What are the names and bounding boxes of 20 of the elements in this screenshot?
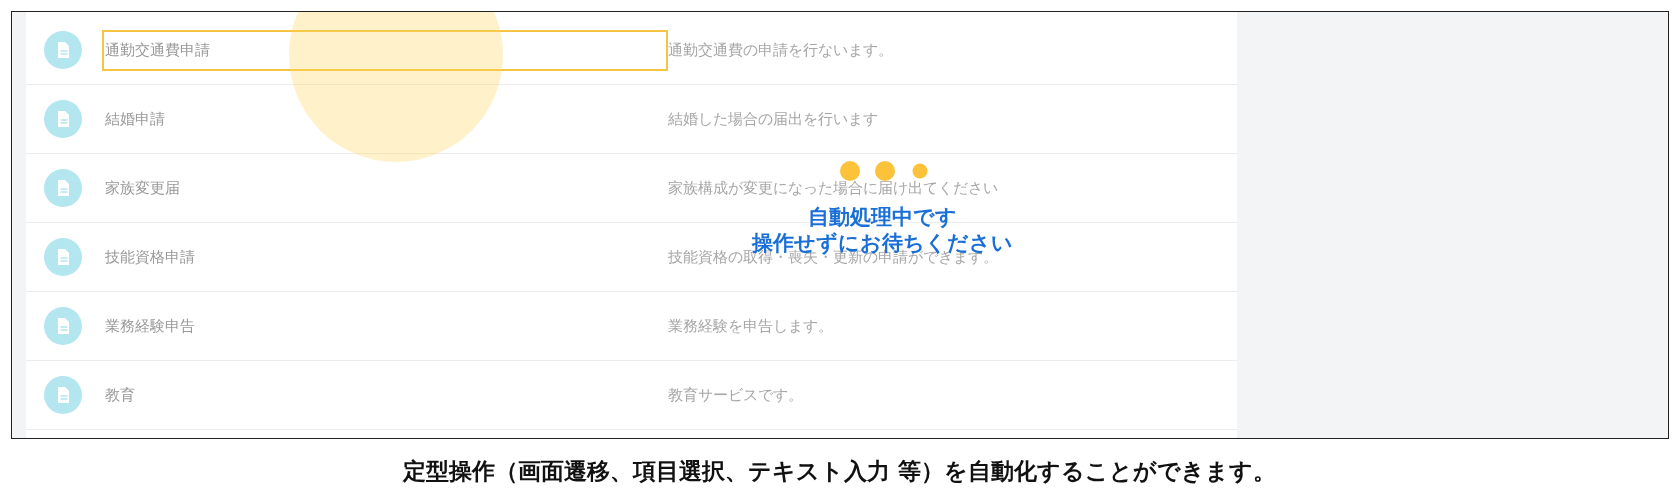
item-name[interactable]: 教育 bbox=[102, 374, 668, 416]
item-name[interactable]: 通勤交通費申請 bbox=[102, 29, 668, 71]
item-name[interactable]: 業務経験申告 bbox=[102, 305, 668, 347]
loading-dots-icon bbox=[840, 159, 930, 182]
document-icon bbox=[44, 169, 82, 207]
status-message: 自動処理中です bbox=[806, 204, 958, 230]
item-name[interactable]: 技能資格申請 bbox=[102, 236, 668, 278]
item-name[interactable]: 結婚申請 bbox=[102, 98, 668, 140]
document-icon bbox=[44, 100, 82, 138]
caption: 定型操作（画面遷移、項目選択、テキスト入力 等）を自動化することができます。 bbox=[401, 457, 1278, 486]
document-icon bbox=[44, 238, 82, 276]
item-description: 家族構成が変更になった場合に届け出てください bbox=[668, 177, 998, 199]
item-description: 通勤交通費の申請を行ないます。 bbox=[668, 39, 893, 61]
item-description: 教育サービスです。 bbox=[668, 384, 803, 406]
item-name[interactable]: 家族変更届 bbox=[102, 167, 668, 209]
item-description: 結婚した場合の届出を行います bbox=[668, 108, 878, 130]
item-description: 業務経験を申告します。 bbox=[668, 315, 833, 337]
document-icon bbox=[44, 31, 82, 69]
document-icon bbox=[44, 307, 82, 345]
document-icon bbox=[44, 376, 82, 414]
